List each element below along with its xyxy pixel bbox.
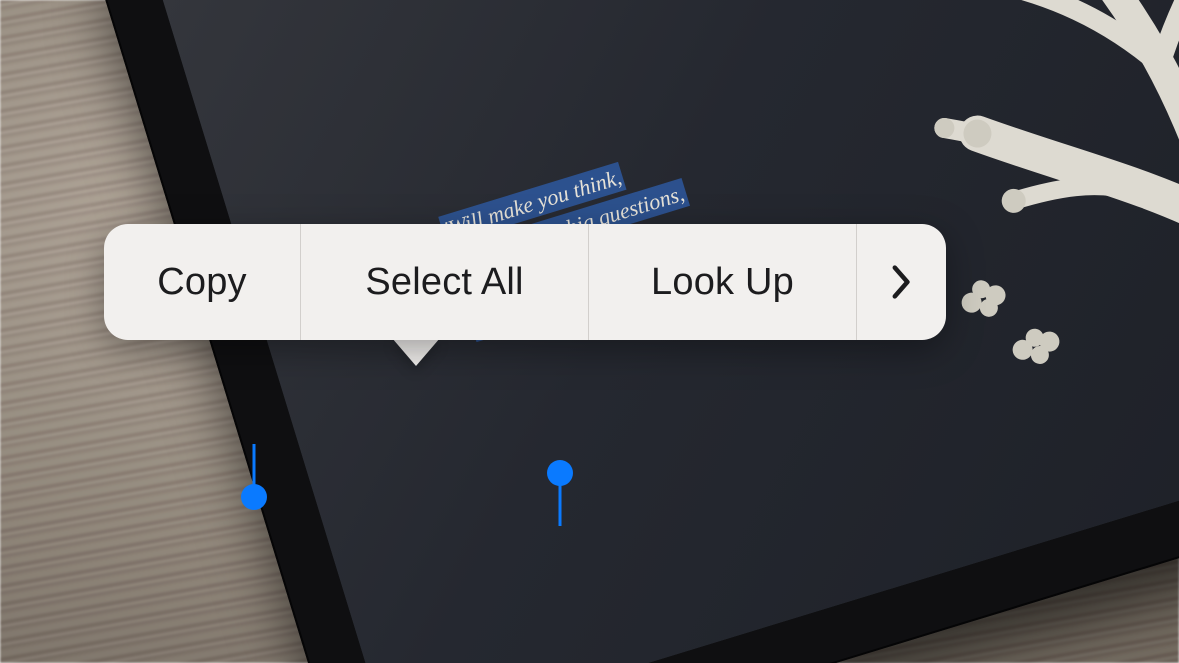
selection-handle-start[interactable] <box>241 484 267 510</box>
look-up-button[interactable]: Look Up <box>588 224 856 340</box>
selection-handle-end[interactable] <box>547 460 573 486</box>
text-selection-menu: Copy Select All Look Up <box>104 224 946 340</box>
more-actions-button[interactable] <box>856 224 946 340</box>
menu-arrow-icon <box>392 338 440 366</box>
copy-button[interactable]: Copy <box>104 224 300 340</box>
select-all-button[interactable]: Select All <box>300 224 588 340</box>
chevron-right-icon <box>891 264 913 300</box>
